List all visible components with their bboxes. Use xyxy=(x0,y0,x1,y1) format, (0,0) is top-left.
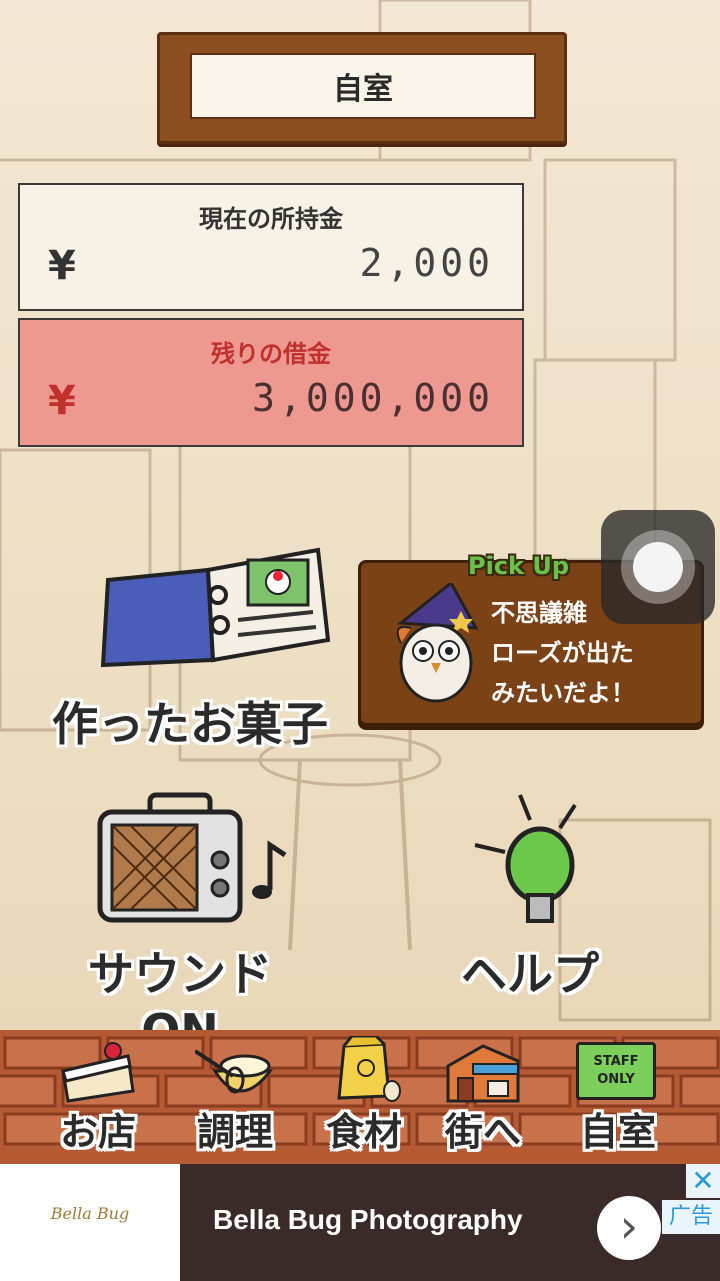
pickup-tag: Pick Up xyxy=(468,552,570,580)
staff-only-sign-icon: STAFF ONLY xyxy=(576,1042,656,1100)
radio-icon xyxy=(97,792,287,923)
flour-bag-icon xyxy=(337,1036,401,1102)
made-sweets-button[interactable]: 作ったお菓子 xyxy=(40,540,340,751)
ad-logo: Bella Bug xyxy=(0,1164,180,1281)
owl-wizard-icon xyxy=(396,583,479,703)
nav-shop[interactable]: お店 xyxy=(28,1030,168,1164)
cash-label: 現在の所持金 xyxy=(199,205,343,233)
yen-icon: ¥ xyxy=(48,243,76,289)
ad-badge: 广告 xyxy=(662,1200,720,1234)
ad-close-button[interactable]: ✕ xyxy=(686,1164,720,1198)
pickup-line: ローズが出た xyxy=(491,639,634,667)
ad-title: Bella Bug Photography xyxy=(213,1204,523,1235)
nav-town[interactable]: 街へ xyxy=(413,1030,553,1164)
shop-building-icon xyxy=(446,1044,520,1103)
ad-logo-text: Bella Bug xyxy=(50,1204,130,1223)
yen-icon: ¥ xyxy=(48,378,76,424)
page-title: 自室 xyxy=(333,72,393,107)
debt-label: 残りの借金 xyxy=(211,340,331,368)
staff-only-text: STAFF ONLY xyxy=(593,1054,639,1087)
nav-room-label: 自室 xyxy=(579,1110,656,1154)
nav-cooking-label: 調理 xyxy=(196,1110,273,1154)
ad-open-button[interactable]: › xyxy=(597,1196,661,1260)
assistive-dot-icon xyxy=(633,542,683,592)
location-plaque: 自室 xyxy=(157,32,567,144)
nav-cooking[interactable]: 調理 xyxy=(165,1030,305,1164)
plaque-board: 自室 xyxy=(190,53,536,119)
help-button[interactable]: ヘルプ xyxy=(430,790,630,1001)
recipe-book-icon xyxy=(100,547,331,668)
cash-panel: 現在の所持金 ¥ 2,000 xyxy=(18,183,524,311)
made-sweets-label: 作ったお菓子 xyxy=(52,697,328,751)
nav-shop-label: お店 xyxy=(59,1110,136,1154)
light-bulb-icon xyxy=(474,794,577,923)
debt-panel: 残りの借金 ¥ 3,000,000 xyxy=(18,318,524,447)
chevron-right-icon: › xyxy=(619,1199,639,1253)
help-label: ヘルプ xyxy=(461,947,599,1001)
bottom-nav: お店 調理 食材 街へ STAFF ONLY 自室 xyxy=(0,1030,720,1164)
assistive-touch-button[interactable] xyxy=(601,510,715,624)
nav-town-label: 街へ xyxy=(444,1110,521,1154)
mixing-bowl-icon xyxy=(195,1049,274,1094)
cake-icon xyxy=(61,1042,135,1103)
pickup-line: みたいだよ！ xyxy=(491,679,635,707)
sound-toggle-button[interactable]: サウンドON xyxy=(50,790,310,1058)
nav-room[interactable]: STAFF ONLY 自室 xyxy=(548,1030,688,1164)
cash-amount: 2,000 xyxy=(359,241,494,285)
debt-amount: 3,000,000 xyxy=(252,376,494,420)
